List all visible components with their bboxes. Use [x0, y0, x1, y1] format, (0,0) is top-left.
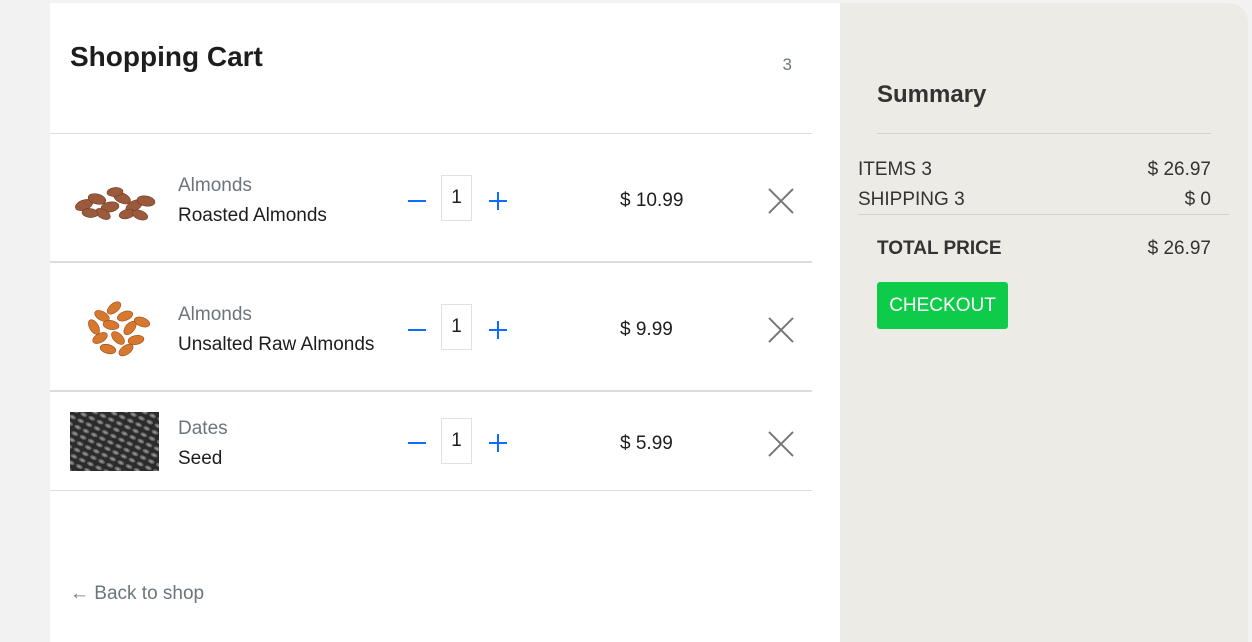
close-icon[interactable]	[768, 188, 794, 214]
close-icon[interactable]	[768, 431, 794, 457]
item-price: $ 10.99	[620, 190, 684, 211]
divider	[858, 214, 1229, 215]
quantity-input[interactable]	[441, 304, 472, 350]
plus-icon[interactable]	[488, 320, 508, 340]
shipping-label: SHIPPING 3	[858, 189, 965, 210]
seeds-image	[70, 412, 159, 471]
cart-row: Dates Seed $ 5.99	[50, 390, 812, 491]
product-name: Seed	[178, 448, 223, 469]
product-category: Almonds	[178, 175, 252, 196]
cart-panel: Shopping Cart 3 Almonds Roasted Almonds …	[50, 3, 840, 642]
cart-row: Almonds Roasted Almonds $ 10.99	[50, 133, 812, 262]
summary-title: Summary	[877, 81, 987, 108]
minus-icon[interactable]	[407, 320, 427, 340]
item-price: $ 9.99	[620, 319, 673, 340]
product-category: Dates	[178, 418, 228, 439]
roasted-almonds-image	[70, 171, 159, 230]
product-name: Unsalted Raw Almonds	[178, 334, 375, 355]
summary-shipping-line: SHIPPING 3 $ 0	[858, 189, 1211, 211]
item-price: $ 5.99	[620, 433, 673, 454]
back-to-shop-link[interactable]: ← Back to shop	[70, 583, 204, 605]
total-price-value: $ 26.97	[1147, 238, 1211, 259]
minus-icon[interactable]	[407, 433, 427, 453]
checkout-button[interactable]: CHECKOUT	[877, 282, 1008, 329]
shipping-value: $ 0	[1184, 189, 1211, 210]
close-icon[interactable]	[768, 317, 794, 343]
cart-row: Almonds Unsalted Raw Almonds $ 9.99	[50, 261, 812, 391]
divider	[877, 133, 1211, 134]
quantity-input[interactable]	[441, 175, 472, 221]
minus-icon[interactable]	[407, 191, 427, 211]
plus-icon[interactable]	[488, 191, 508, 211]
raw-almonds-image	[70, 298, 159, 357]
cart-item-count: 3	[782, 55, 792, 74]
quantity-input[interactable]	[441, 418, 472, 464]
product-category: Almonds	[178, 304, 252, 325]
items-value: $ 26.97	[1147, 159, 1211, 180]
plus-icon[interactable]	[488, 433, 508, 453]
product-name: Roasted Almonds	[178, 205, 327, 226]
page-title: Shopping Cart	[70, 41, 263, 72]
items-label: ITEMS 3	[858, 159, 932, 180]
summary-items-line: ITEMS 3 $ 26.97	[858, 159, 1211, 181]
total-price-label: TOTAL PRICE	[877, 238, 1002, 259]
cart-card: Shopping Cart 3 Almonds Roasted Almonds …	[50, 3, 1248, 642]
summary-panel: Summary ITEMS 3 $ 26.97 SHIPPING 3 $ 0 T…	[840, 3, 1248, 642]
